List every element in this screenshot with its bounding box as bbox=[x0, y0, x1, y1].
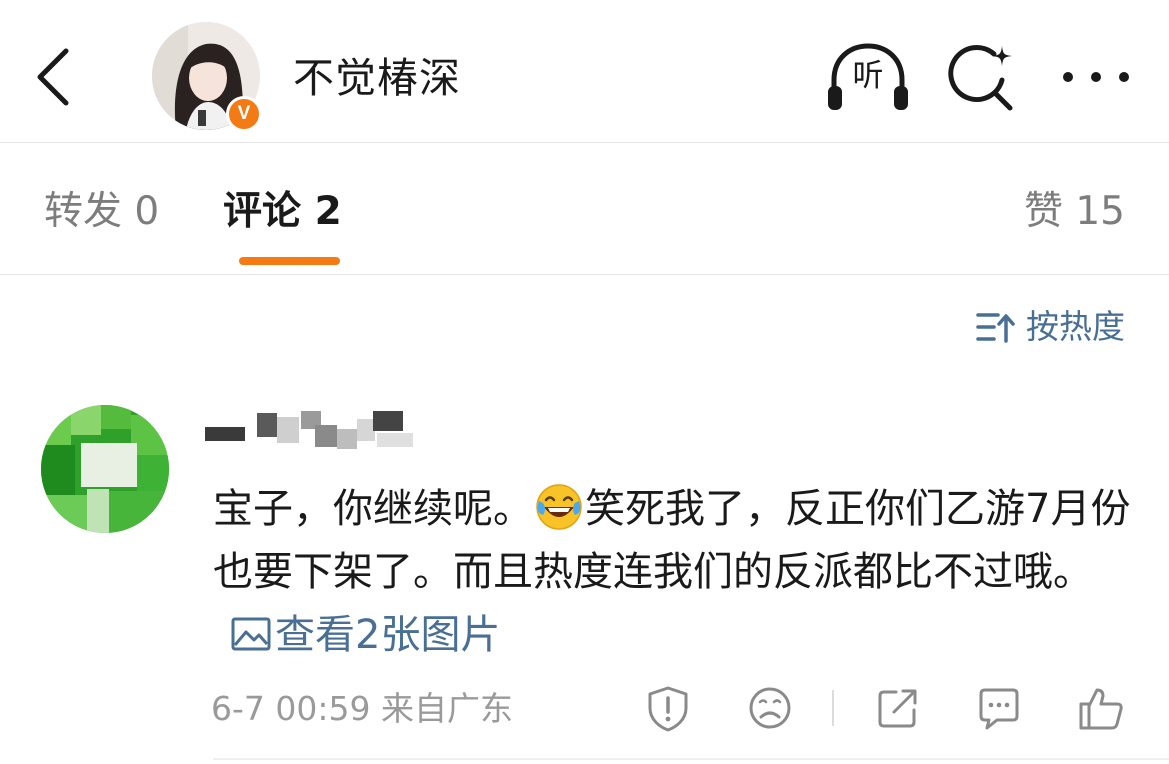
listen-label: 听 bbox=[852, 58, 884, 94]
action-divider bbox=[832, 690, 834, 726]
sort-button[interactable]: 按热度 bbox=[976, 302, 1125, 352]
comment-text: 宝子，你继续呢。 笑死我了，反正你们乙游7月份也要下架了。而且热度连我们的反派都… bbox=[213, 478, 1143, 667]
laugh-cry-emoji-icon bbox=[536, 484, 582, 530]
profile-avatar[interactable]: V bbox=[152, 22, 264, 134]
tab-repost[interactable]: 转发 0 bbox=[44, 184, 159, 240]
thumbs-up-icon bbox=[1079, 688, 1123, 730]
search-sparkle-icon bbox=[948, 45, 1013, 111]
back-button[interactable] bbox=[30, 45, 80, 109]
report-button[interactable] bbox=[644, 684, 692, 732]
page-title[interactable]: 不觉椿深 bbox=[293, 50, 461, 106]
tab-bar: 转发 0 评论 2 赞 15 bbox=[0, 144, 1169, 275]
tab-comment[interactable]: 评论 2 bbox=[223, 184, 342, 240]
commenter-name-blurred[interactable] bbox=[205, 405, 425, 455]
share-icon bbox=[878, 689, 917, 728]
comment-bubble-icon bbox=[979, 688, 1019, 730]
listen-button[interactable]: 听 bbox=[824, 40, 912, 116]
commenter-avatar[interactable] bbox=[41, 405, 171, 535]
verified-badge: V bbox=[226, 96, 262, 132]
image-icon bbox=[231, 617, 271, 651]
active-tab-indicator bbox=[239, 257, 340, 265]
more-icon bbox=[1063, 72, 1129, 82]
tab-like[interactable]: 赞 15 bbox=[1024, 184, 1125, 240]
shield-alert-icon bbox=[648, 686, 688, 732]
divider bbox=[213, 758, 1169, 760]
like-button[interactable] bbox=[1077, 684, 1125, 732]
view-images-link[interactable]: 查看2张图片 bbox=[231, 612, 500, 658]
comment-text-part1: 宝子，你继续呢。 bbox=[213, 486, 533, 532]
comment-meta: 6-7 00:59 来自广东 bbox=[211, 689, 513, 728]
sad-face-icon bbox=[749, 687, 791, 729]
sort-label: 按热度 bbox=[1026, 307, 1125, 346]
more-button[interactable] bbox=[1056, 55, 1136, 99]
reply-button[interactable] bbox=[975, 684, 1023, 732]
sort-icon bbox=[976, 313, 1015, 343]
view-images-label: 查看2张图片 bbox=[275, 612, 501, 658]
dislike-button[interactable] bbox=[746, 684, 794, 732]
top-bar: V 不觉椿深 听 bbox=[0, 0, 1169, 143]
share-button[interactable] bbox=[874, 684, 922, 732]
back-icon bbox=[37, 48, 69, 106]
search-button[interactable] bbox=[944, 40, 1020, 116]
